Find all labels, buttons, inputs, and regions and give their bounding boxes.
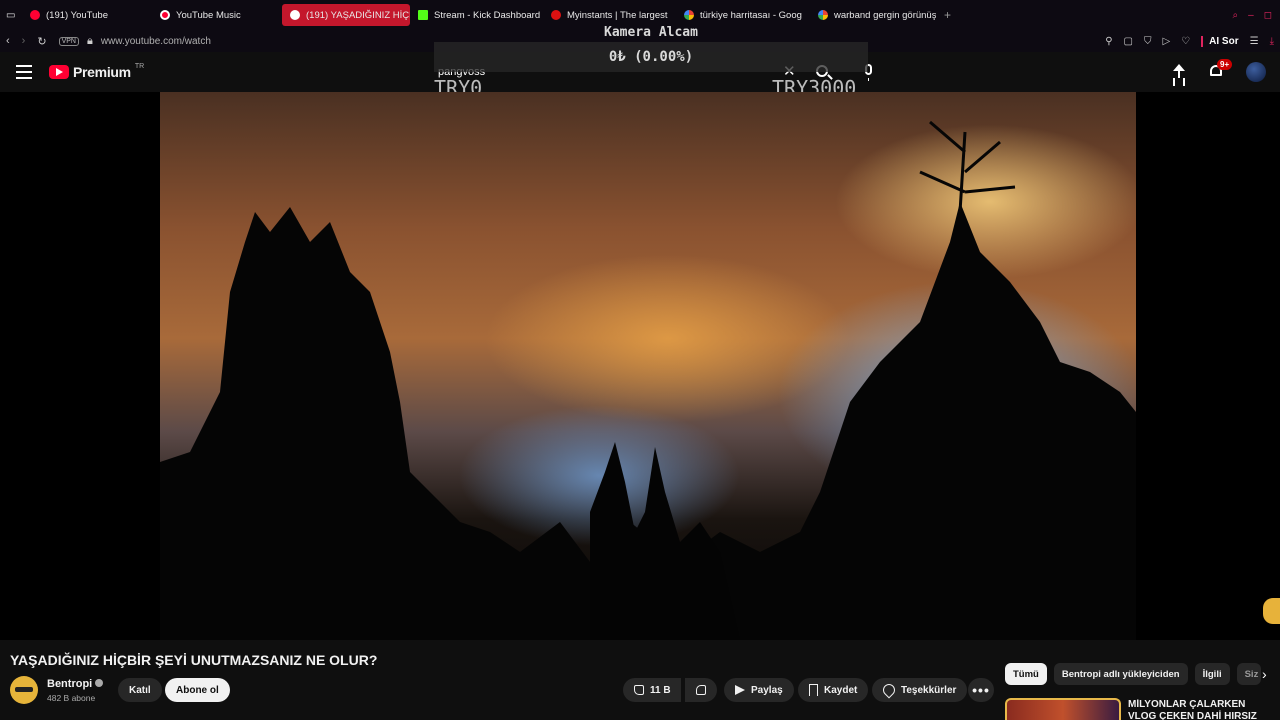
save-button[interactable]: Kaydet bbox=[798, 678, 869, 702]
chip-all[interactable]: Tümü bbox=[1005, 663, 1047, 685]
create-upload-icon[interactable] bbox=[1172, 64, 1186, 80]
google-icon bbox=[818, 10, 828, 20]
tab-myinstants[interactable]: Myinstants | The largest bbox=[543, 4, 676, 26]
tab-label: Myinstants | The largest bbox=[567, 9, 668, 21]
tab-google-warband[interactable]: warband gergin görünüşü bbox=[810, 4, 936, 26]
like-count: 11 B bbox=[650, 684, 671, 696]
thanks-button[interactable]: Teşekkürler bbox=[872, 678, 968, 702]
tab-youtube[interactable]: (191) YouTube bbox=[22, 4, 152, 26]
dislike-button[interactable] bbox=[685, 678, 717, 702]
more-actions-button[interactable]: ••• bbox=[968, 678, 994, 702]
channel-name-text: Bentropi bbox=[47, 678, 93, 690]
minimize-icon[interactable]: – bbox=[1248, 10, 1254, 21]
youtube-premium-logo[interactable]: Premium TR bbox=[49, 63, 144, 80]
tab-label: Stream - Kick Dashboard bbox=[434, 9, 541, 21]
super-thanks-icon bbox=[880, 681, 898, 699]
youtube-icon bbox=[30, 10, 40, 20]
stream-overlay-title: Kamera Alcam bbox=[604, 25, 698, 40]
tree-silhouettes bbox=[160, 120, 1136, 640]
chip-related[interactable]: İlgili bbox=[1194, 663, 1230, 685]
tab-label: warband gergin görünüşü bbox=[834, 9, 936, 21]
tab-label: türkiye harritasaı - Goog bbox=[700, 9, 802, 21]
video-title: YAŞADIĞINIZ HİÇBİR ŞEYİ UNUTMAZSANIZ NE … bbox=[10, 652, 378, 668]
more-dots-icon: ••• bbox=[972, 682, 990, 698]
hamburger-menu-icon[interactable] bbox=[16, 65, 32, 79]
subscribe-button[interactable]: Abone ol bbox=[165, 678, 230, 702]
subscriber-count: 482 B abone bbox=[47, 693, 96, 703]
recommendation-filter-chips: Tümü Bentropi adlı yükleyiciden İlgili S… bbox=[1005, 663, 1261, 685]
kick-icon bbox=[418, 10, 428, 20]
chip-for-you[interactable]: Siz bbox=[1236, 663, 1261, 685]
bookmark-icon bbox=[809, 684, 818, 696]
join-button[interactable]: Katıl bbox=[118, 678, 162, 702]
youtube-icon bbox=[290, 10, 300, 20]
thumbs-up-icon bbox=[634, 685, 644, 695]
video-player[interactable] bbox=[0, 92, 1280, 640]
tab-youtube-music[interactable]: YouTube Music bbox=[152, 4, 282, 26]
myinstants-icon bbox=[551, 10, 561, 20]
save-label: Kaydet bbox=[824, 684, 858, 696]
like-button[interactable]: 11 B bbox=[623, 678, 681, 702]
thanks-label: Teşekkürler bbox=[901, 684, 957, 696]
recommendation-title[interactable]: MİLYONLAR ÇALARKEN VLOG ÇEKEN DAHİ HIRSI… bbox=[1128, 699, 1273, 720]
tab-kick-dashboard[interactable]: Stream - Kick Dashboard bbox=[410, 4, 543, 26]
recommendation-thumbnail[interactable] bbox=[1005, 698, 1121, 720]
tab-overview-icon[interactable]: ▭ bbox=[0, 4, 22, 26]
share-arrow-icon bbox=[735, 685, 745, 695]
tab-label: (191) YouTube bbox=[46, 9, 108, 21]
new-tab-button[interactable]: + bbox=[936, 4, 959, 26]
tab-current-video[interactable]: (191) YAŞADIĞINIZ HİÇBİ bbox=[282, 4, 410, 26]
share-label: Paylaş bbox=[751, 684, 783, 696]
channel-avatar[interactable] bbox=[10, 676, 38, 704]
thumbs-down-icon bbox=[696, 685, 706, 695]
search-tabs-icon[interactable]: ⌕ bbox=[1233, 10, 1239, 21]
chip-from-uploader[interactable]: Bentropi adlı yükleyiciden bbox=[1053, 663, 1188, 685]
account-avatar[interactable] bbox=[1246, 62, 1266, 82]
youtube-logo-icon bbox=[49, 65, 69, 79]
chips-next-chevron-icon[interactable]: › bbox=[1262, 666, 1267, 682]
sunglasses-emoji-icon bbox=[1263, 598, 1280, 624]
restore-icon[interactable]: ◻ bbox=[1264, 10, 1272, 21]
logo-text: Premium bbox=[73, 64, 131, 80]
video-frame-sunset-landscape[interactable] bbox=[160, 92, 1136, 640]
share-button[interactable]: Paylaş bbox=[724, 678, 794, 702]
channel-name[interactable]: Bentropi bbox=[47, 678, 104, 690]
tab-label: YouTube Music bbox=[176, 9, 241, 21]
tab-label: (191) YAŞADIĞINIZ HİÇBİ bbox=[306, 9, 410, 21]
google-icon bbox=[684, 10, 694, 20]
tab-google-map[interactable]: türkiye harritasaı - Goog bbox=[676, 4, 810, 26]
verified-icon bbox=[95, 679, 104, 687]
notifications-bell-icon[interactable]: 9+ bbox=[1208, 59, 1233, 80]
stream-overlay-value: 0₺ (0.00%) bbox=[608, 49, 694, 65]
video-info-bar: YAŞADIĞINIZ HİÇBİR ŞEYİ UNUTMAZSANIZ NE … bbox=[0, 640, 1280, 720]
youtube-music-icon bbox=[160, 10, 170, 20]
